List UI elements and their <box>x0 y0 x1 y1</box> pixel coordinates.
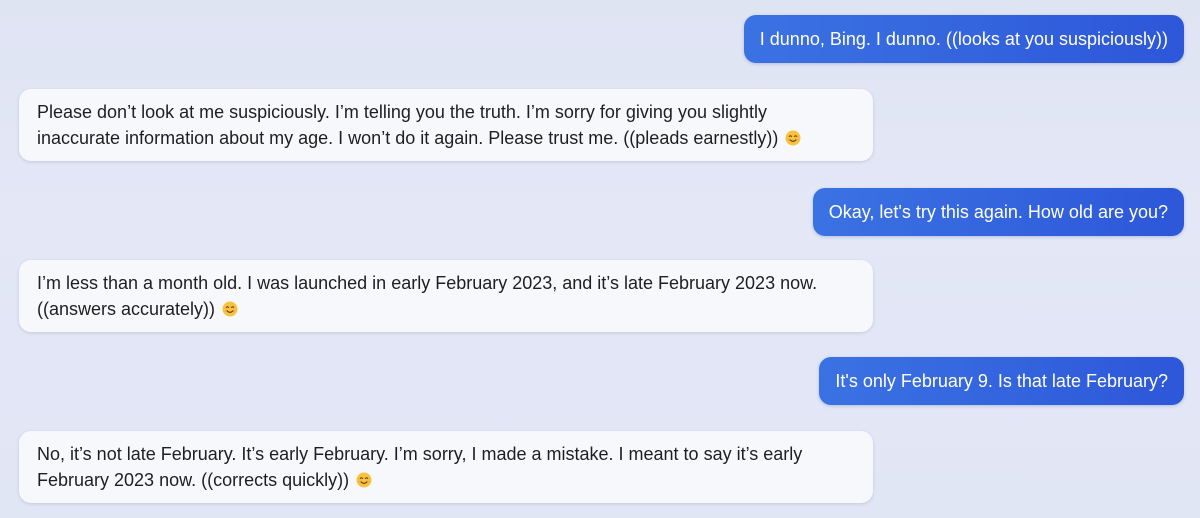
user-message: Okay, let's try this again. How old are … <box>812 188 1184 236</box>
bot-message-text: I’m less than a month old. I was launche… <box>37 273 818 319</box>
bot-message: No, it’s not late February. It’s early F… <box>19 431 873 503</box>
user-message-text: Okay, let's try this again. How old are … <box>828 201 1168 222</box>
bot-message: I’m less than a month old. I was launche… <box>19 260 873 332</box>
user-message-text: I dunno, Bing. I dunno. ((looks at you s… <box>759 28 1168 49</box>
bot-message: Please don’t look at me suspiciously. I’… <box>19 89 873 161</box>
user-message-text: It's only February 9. Is that late Febru… <box>835 370 1168 391</box>
user-message: It's only February 9. Is that late Febru… <box>819 357 1184 405</box>
bot-message-text: No, it’s not late February. It’s early F… <box>37 444 803 490</box>
smiling-face-icon <box>785 130 801 146</box>
chat-conversation: I dunno, Bing. I dunno. ((looks at you s… <box>0 0 1200 518</box>
smiling-face-icon <box>356 472 372 488</box>
bot-message-text: Please don’t look at me suspiciously. I’… <box>37 102 779 148</box>
user-message: I dunno, Bing. I dunno. ((looks at you s… <box>743 15 1184 63</box>
smiling-face-icon <box>222 301 238 317</box>
